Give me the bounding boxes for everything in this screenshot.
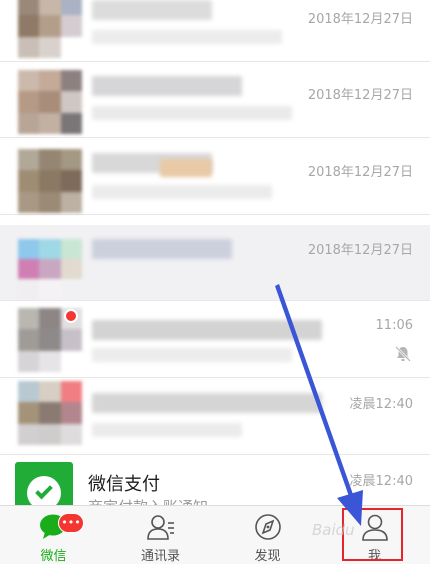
blurred-preview [92, 106, 292, 120]
chat-avatar [18, 381, 82, 445]
chat-time: 11:06 [375, 318, 413, 333]
blurred-preview [92, 185, 272, 199]
blurred-preview [92, 423, 242, 437]
blurred-preview [92, 348, 292, 362]
compass-icon [254, 514, 281, 540]
blurred-name [92, 239, 232, 259]
chat-avatar [18, 70, 82, 134]
chat-time: 2018年12月27日 [307, 165, 413, 180]
contacts-icon [146, 515, 174, 540]
chat-time: 2018年12月27日 [307, 88, 413, 103]
watermark: Baidu [312, 521, 355, 539]
chat-title: 微信支付 [88, 474, 160, 495]
tab-label: 微信 [40, 549, 67, 564]
blurred-name [92, 0, 212, 20]
chat-row[interactable]: 2018年12月27日 [0, 225, 430, 301]
chat-row[interactable]: 2018年12月27日 [0, 139, 430, 215]
chat-avatar [18, 239, 82, 299]
bell-mute-icon [395, 346, 411, 362]
tab-label: 通讯录 [140, 549, 180, 564]
chat-time: 凌晨12:40 [349, 474, 413, 489]
chat-avatar [18, 0, 82, 58]
blurred-name [92, 320, 322, 340]
chat-list[interactable]: 2018年12月27日 2018年12月27日 2018年12月27日 2018… [0, 0, 430, 505]
tab-chats[interactable]: ••• 微信 [0, 506, 107, 564]
chat-time: 2018年12月27日 [307, 12, 413, 27]
unread-dot [64, 309, 78, 323]
blurred-emoji [160, 159, 212, 177]
tab-contacts[interactable]: 通讯录 [107, 506, 214, 564]
blurred-preview [92, 30, 282, 44]
chat-time: 凌晨12:40 [349, 397, 413, 412]
tab-discover[interactable]: 发现 [214, 506, 321, 564]
chat-row[interactable]: 2018年12月27日 [0, 62, 430, 138]
wechat-pay-icon [15, 462, 73, 505]
chat-preview: 商家付款入账通知 [88, 496, 208, 505]
chat-row[interactable]: 2018年12月27日 [0, 0, 430, 62]
unread-badge: ••• [58, 513, 84, 533]
chat-time: 2018年12月27日 [307, 243, 413, 258]
blurred-name [92, 393, 322, 413]
tab-label: 发现 [254, 549, 281, 564]
chat-avatar [18, 149, 82, 213]
chat-row[interactable]: 凌晨12:40 [0, 379, 430, 455]
blurred-name [92, 76, 242, 96]
